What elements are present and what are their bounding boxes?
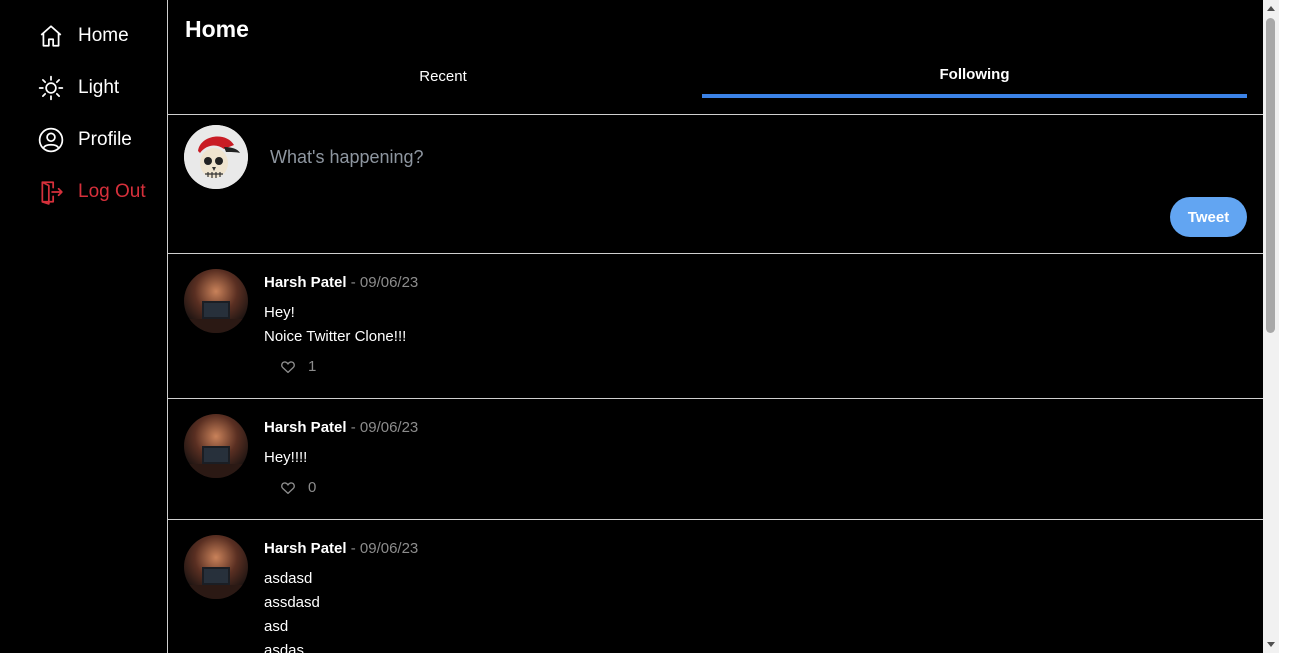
sidebar-item-light[interactable]: Light xyxy=(38,74,119,102)
tweet-card: Harsh Patel - 09/06/23 Hey!!!! 0 xyxy=(168,399,1264,519)
sidebar-item-label: Home xyxy=(78,25,129,46)
tweet-line: Hey! xyxy=(264,304,295,321)
tweet-author[interactable]: Harsh Patel xyxy=(264,540,347,557)
heart-icon[interactable] xyxy=(280,359,296,375)
tweet-author[interactable]: Harsh Patel xyxy=(264,419,347,436)
like-row: 1 xyxy=(280,358,316,375)
tweet-date: - 09/06/23 xyxy=(350,419,419,436)
main-feed: Home Recent Following Tweet xyxy=(167,0,1264,653)
scrollbar-thumb[interactable] xyxy=(1266,18,1275,333)
sun-icon xyxy=(38,75,64,101)
compose-input[interactable] xyxy=(268,136,1232,178)
heart-icon[interactable] xyxy=(280,480,296,496)
tweet-line: asd xyxy=(264,618,289,635)
avatar xyxy=(184,125,248,189)
skull-avatar-icon xyxy=(184,125,248,189)
tweet-date: - 09/06/23 xyxy=(350,274,419,291)
tweet-text: asdasd assdasd asd asdas xyxy=(264,567,320,653)
tweet-line: assdasd xyxy=(264,594,320,611)
tweet-author[interactable]: Harsh Patel xyxy=(264,274,347,291)
sidebar-item-label: Profile xyxy=(78,129,132,150)
sidebar-item-label: Log Out xyxy=(78,181,146,202)
sidebar-item-logout[interactable]: Log Out xyxy=(38,178,146,206)
sidebar-item-profile[interactable]: Profile xyxy=(38,126,132,154)
logout-icon xyxy=(41,181,63,205)
sidebar-item-home[interactable]: Home xyxy=(38,22,129,50)
tweet-button[interactable]: Tweet xyxy=(1170,197,1247,237)
home-icon xyxy=(40,25,62,47)
tweet-header: Harsh Patel - 09/06/23 xyxy=(264,419,418,436)
like-count: 1 xyxy=(308,358,317,375)
vertical-scrollbar[interactable] xyxy=(1263,0,1279,653)
user-circle-icon xyxy=(38,127,64,153)
window-gutter xyxy=(1279,0,1306,653)
page-title: Home xyxy=(185,16,249,42)
tweet-header: Harsh Patel - 09/06/23 xyxy=(264,540,418,557)
like-count: 0 xyxy=(308,479,317,496)
avatar-image-icon xyxy=(184,269,248,333)
tab-label: Recent xyxy=(419,68,467,85)
tweet-line: asdasd xyxy=(264,570,313,587)
avatar xyxy=(184,414,248,478)
tweet-card: Harsh Patel - 09/06/23 Hey! Noice Twitte… xyxy=(168,254,1264,397)
tweet-line: Hey!!!! xyxy=(264,449,308,466)
divider xyxy=(168,114,1264,115)
avatar-image-icon xyxy=(184,535,248,599)
sidebar-item-label: Light xyxy=(78,77,120,98)
tab-following[interactable]: Following xyxy=(702,58,1247,98)
tweet-line: asdas xyxy=(264,642,305,653)
tab-label: Following xyxy=(939,66,1010,83)
sidebar: Home Light Profile Log Out xyxy=(0,0,167,653)
tweet-card: Harsh Patel - 09/06/23 asdasd assdasd as… xyxy=(168,520,1264,653)
tab-recent[interactable]: Recent xyxy=(168,58,718,98)
tweet-date: - 09/06/23 xyxy=(350,540,419,557)
tweet-line: Noice Twitter Clone!!! xyxy=(264,328,407,345)
avatar xyxy=(184,269,248,333)
tweet-text: Hey!!!! xyxy=(264,446,307,470)
scroll-up-icon[interactable] xyxy=(1263,0,1279,16)
tweet-header: Harsh Patel - 09/06/23 xyxy=(264,274,418,291)
like-row: 0 xyxy=(280,479,316,496)
active-tab-indicator xyxy=(702,94,1247,98)
tweet-text: Hey! Noice Twitter Clone!!! xyxy=(264,301,406,349)
avatar xyxy=(184,535,248,599)
avatar-image-icon xyxy=(184,414,248,478)
scroll-down-icon[interactable] xyxy=(1263,637,1279,653)
